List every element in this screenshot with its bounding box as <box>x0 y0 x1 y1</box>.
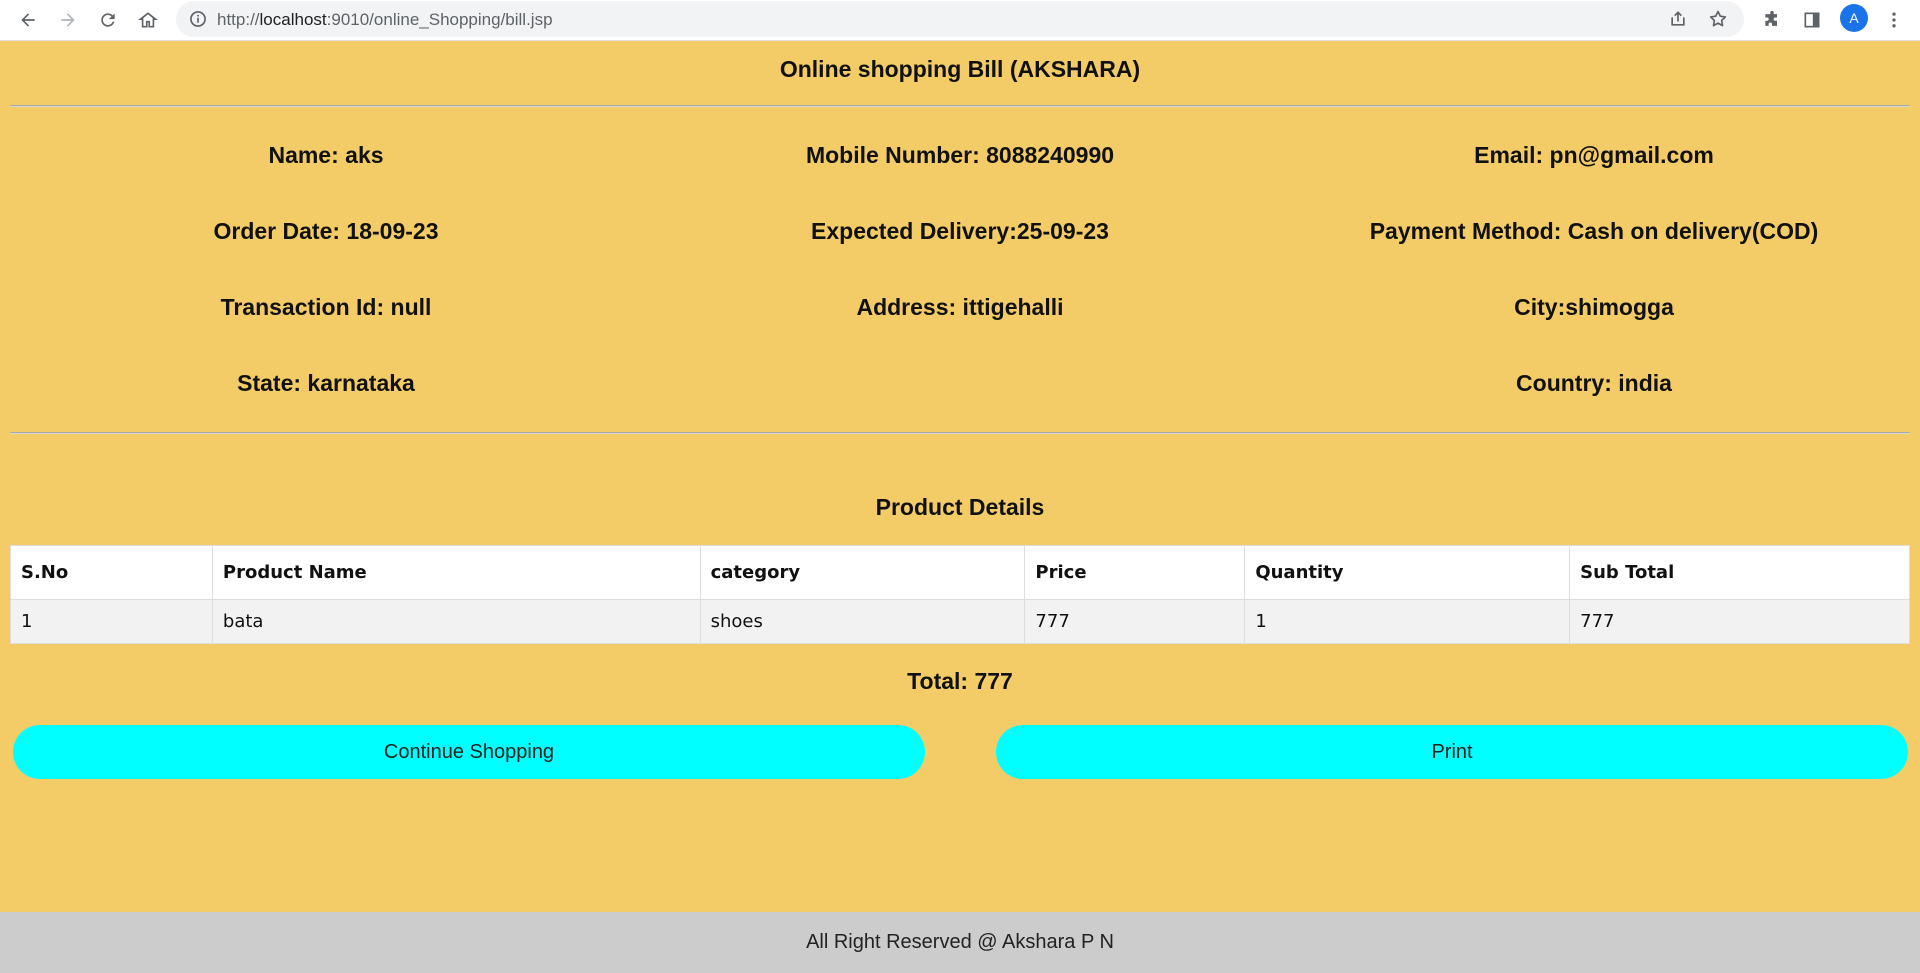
site-info-icon[interactable] <box>188 9 208 29</box>
continue-shopping-button[interactable]: Continue Shopping <box>13 725 925 779</box>
payment-method: Payment Method: Cash on delivery(COD) <box>1369 218 1819 244</box>
country: Country: india <box>1516 370 1672 396</box>
footer: All Right Reserved @ Akshara P N <box>0 912 1920 973</box>
profile-avatar[interactable]: A <box>1840 4 1868 32</box>
email: Email: pn@gmail.com <box>1474 142 1714 168</box>
expected-delivery: Expected Delivery:25-09-23 <box>811 218 1109 244</box>
print-button[interactable]: Print <box>996 725 1908 779</box>
mobile-number: Mobile Number: 8088240990 <box>805 142 1115 168</box>
back-icon[interactable] <box>16 8 40 32</box>
address-bar[interactable]: http://localhost:9010/online_Shopping/bi… <box>176 1 1744 37</box>
table-cell: shoes <box>699 599 1026 644</box>
customer-name: Name: aks <box>268 142 384 168</box>
forward-icon[interactable] <box>56 8 80 32</box>
divider <box>10 105 1910 107</box>
table-cell: 777 <box>1569 599 1910 644</box>
table-cell: bata <box>211 599 701 644</box>
table-cell: 777 <box>1024 599 1246 644</box>
state: State: karnataka <box>237 370 415 396</box>
reload-icon[interactable] <box>96 8 120 32</box>
order-date: Order Date: 18-09-23 <box>213 218 439 244</box>
column-header: Product Name <box>211 545 701 600</box>
menu-icon[interactable] <box>1882 8 1906 32</box>
extensions-icon[interactable] <box>1760 8 1784 32</box>
table-cell: 1 <box>10 599 213 644</box>
star-icon[interactable] <box>1708 9 1730 31</box>
transaction-id: Transaction Id: null <box>220 294 432 320</box>
column-header: Quantity <box>1244 545 1571 600</box>
browser-toolbar: http://localhost:9010/online_Shopping/bi… <box>0 0 1920 41</box>
bill-page: Online shopping Bill (AKSHARA) Name: aks… <box>0 41 1920 912</box>
table-cell: 1 <box>1244 599 1571 644</box>
share-icon[interactable] <box>1668 9 1690 31</box>
divider <box>10 432 1910 434</box>
table-header-row: S.No Product Name category Price Quantit… <box>10 545 1910 600</box>
page-title: Online shopping Bill (AKSHARA) <box>779 56 1141 82</box>
city: City:shimogga <box>1514 294 1674 320</box>
side-panel-icon[interactable] <box>1800 8 1824 32</box>
column-header: category <box>699 545 1026 600</box>
url-text: http://localhost:9010/online_Shopping/bi… <box>217 10 553 29</box>
column-header: Sub Total <box>1569 545 1910 600</box>
column-header: S.No <box>10 545 213 600</box>
product-table: S.No Product Name category Price Quantit… <box>10 545 1910 644</box>
product-details-title: Product Details <box>875 494 1045 520</box>
table-row: 1 bata shoes 777 1 777 <box>10 599 1910 644</box>
home-icon[interactable] <box>136 8 160 32</box>
column-header: Price <box>1024 545 1246 600</box>
address: Address: ittigehalli <box>856 294 1064 320</box>
footer-text: All Right Reserved @ Akshara P N <box>806 931 1114 953</box>
total-amount: Total: 777 <box>907 668 1013 694</box>
